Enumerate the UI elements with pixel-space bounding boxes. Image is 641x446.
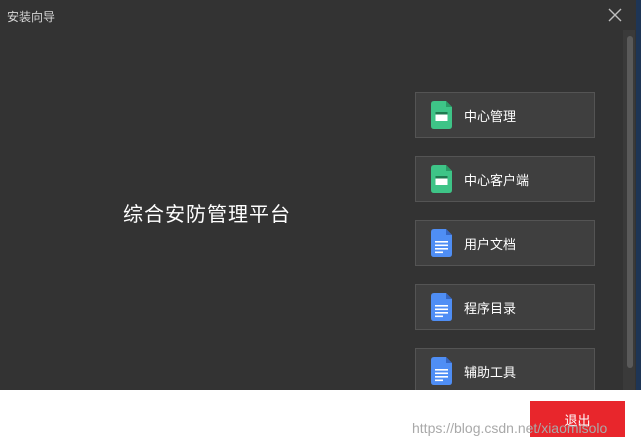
- menu-item-user-docs[interactable]: 用户文档: [415, 220, 595, 266]
- menu-item-label: 用户文档: [464, 237, 517, 253]
- window-title: 安装向导: [7, 10, 56, 24]
- close-button[interactable]: [604, 5, 626, 25]
- menu-item-label: 中心管理: [464, 109, 517, 125]
- menu-item-auxiliary-tools[interactable]: 辅助工具: [415, 348, 595, 394]
- app-window-icon: [431, 165, 452, 193]
- close-icon: [608, 8, 622, 22]
- menu-item-center-management[interactable]: 中心管理: [415, 92, 595, 138]
- app-window-icon: [431, 101, 452, 129]
- watermark: https://blog.csdn.net/xiaomisolo: [412, 420, 608, 436]
- menu-item-label: 程序目录: [464, 301, 517, 317]
- menu-item-program-directory[interactable]: 程序目录: [415, 284, 595, 330]
- menu-item-label: 辅助工具: [464, 365, 517, 381]
- menu-item-center-client[interactable]: 中心客户端: [415, 156, 595, 202]
- document-icon: [431, 229, 452, 257]
- background-window-edge: [636, 0, 641, 390]
- menu-item-label: 中心客户端: [464, 173, 530, 189]
- document-icon: [431, 357, 452, 385]
- scrollbar-thumb[interactable]: [627, 36, 633, 368]
- document-icon: [431, 293, 452, 321]
- product-title: 综合安防管理平台: [123, 202, 291, 226]
